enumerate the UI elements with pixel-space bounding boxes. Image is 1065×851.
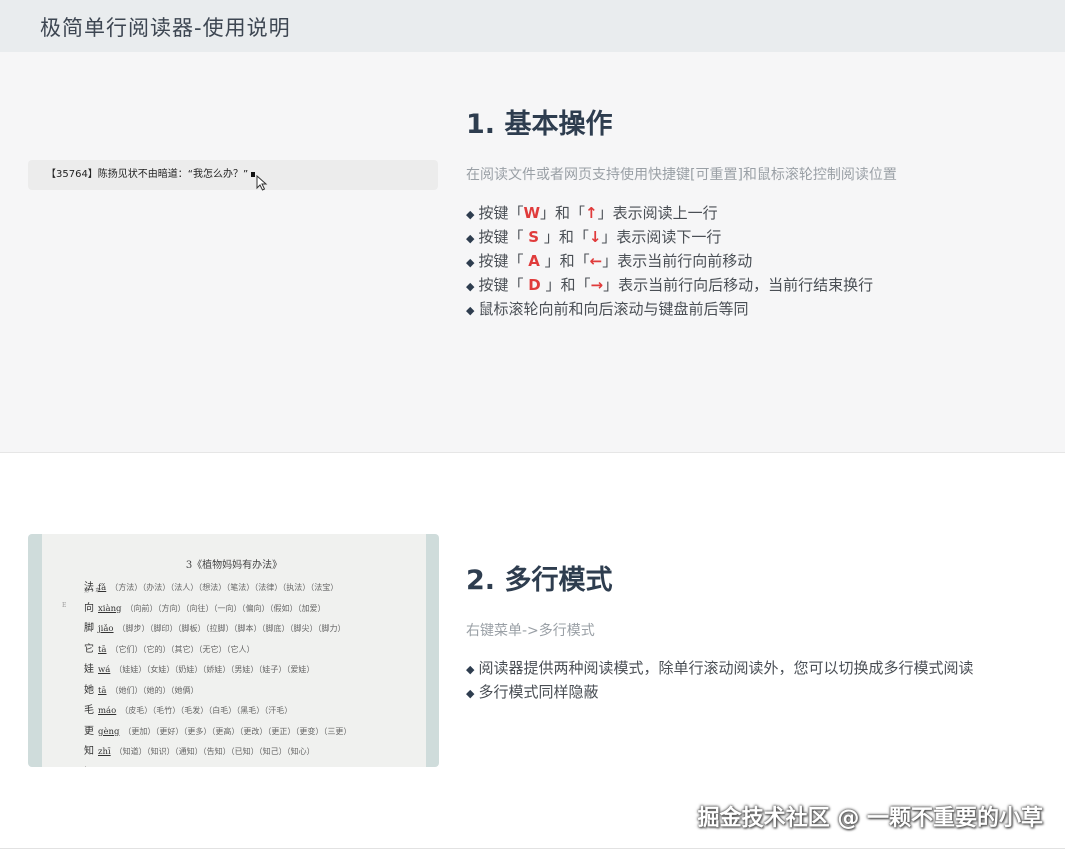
key-label: ↑ <box>585 204 598 222</box>
vocab-row: 向 xiàng （向前）（方向）（向往）（一向）（偏向）（假如）（加爱） <box>84 599 326 614</box>
vocab-words: （它们）（它的）（其它）（无它）（它人） <box>110 644 255 654</box>
multiline-feature-list: ◆ 阅读器提供两种阅读模式，除单行滚动阅读外，您可以切换成多行模式阅读 ◆ 多行模式… <box>466 656 973 704</box>
shortcut-list: ◆ 按键「W」和「↑」表示阅读上一行 ◆ 按键「 S 」和「↓」表示阅读下一行 ◆ 按… <box>466 201 873 321</box>
vocab-words: （脚步）（脚印）（脚板）（拉脚）（脚本）（脚底）（脚尖）（脚力） <box>117 624 346 633</box>
vocab-char: 娃 <box>84 664 94 675</box>
bullet-text: 鼠标滚轮向前和向后滚动与键盘前后等同 <box>478 300 749 318</box>
key-label: D <box>528 276 541 294</box>
diamond-bullet-icon: ◆ <box>466 232 475 245</box>
section1-subtitle: 在阅读文件或者网页支持使用快捷键[可重置]和鼠标滚轮控制阅读位置 <box>466 167 897 183</box>
vocab-char: 它 <box>84 643 94 655</box>
bullet-text: 」表示当前行向后移动，当前行结束换行 <box>603 276 874 294</box>
vocab-pinyin: máo <box>98 706 117 716</box>
key-label: ← <box>589 252 603 270</box>
vocab-char: 毛 <box>84 705 94 716</box>
vocab-row: 识shí（认识）（知识）（识别）（识破）（识趣）（见识）（常识）（意识） <box>84 763 343 768</box>
vocab-words: （向前）（方向）（向往）（一向）（偏向）（假如）（加爱） <box>125 603 326 613</box>
vocab-pinyin: tā <box>98 644 107 655</box>
vocab-char: 知 <box>84 746 94 757</box>
bullet-text: 」表示当前行向前移动 <box>602 252 753 270</box>
vocab-row: 毛 máo （皮毛）（毛竹）（毛发）（白毛）（黑毛）（汗毛） <box>84 701 292 716</box>
bullet-text: 按键「 <box>478 276 529 294</box>
diamond-bullet-icon: ◆ <box>466 663 475 676</box>
bullet-text: 按键「 <box>478 204 524 222</box>
vocab-row: 娃 wá （娃娃）（女娃）（奶娃）（娇娃）（男娃）（娃子）（爱娃） <box>84 660 314 675</box>
section-basic-ops: 【35764】陈扬见状不由暗道：“我怎么办？” 1. 基本操作 在阅读文件或者网… <box>0 52 1065 453</box>
bullet-text: 」和「 <box>540 204 586 222</box>
vocab-char: 她 <box>84 684 94 696</box>
bullet-text: 」表示阅读上一行 <box>597 204 718 222</box>
bullet-text: 」表示阅读下一行 <box>601 228 722 246</box>
vocab-row: 它 tā （它们）（它的）（其它）（无它）（它人） <box>84 640 254 655</box>
vocab-row: 知 zhī （知道）（知识）（通知）（告知）（已知）（知己）（知心） <box>84 742 315 757</box>
diamond-bullet-icon: ◆ <box>466 304 475 317</box>
watermark: 掘金技术社区 @ 一颗不重要的小草 <box>697 806 1043 831</box>
vocab-words: （更加）（更好）（更多）（更高）（更改）（更正）（更变）（三更） <box>123 726 352 736</box>
page-title: 极简单行阅读器-使用说明 <box>40 16 291 40</box>
key-label: → <box>590 276 604 294</box>
multiline-preview-image: 3《植物妈妈有办法》 第 1 章 E 法 fǎ （方法）（办法）（法人）（想法）（笔… <box>28 534 439 767</box>
bullet-text: 」和「 <box>540 276 591 294</box>
bullet-text: 按键「 <box>478 252 529 270</box>
vocab-pinyin: zhī <box>98 747 111 757</box>
vocab-char: 法 <box>84 582 94 593</box>
vocab-words: （知道）（知识）（通知）（告知）（已知）（知己）（知心） <box>114 747 315 756</box>
bullet-text: 」和「 <box>539 252 590 270</box>
diamond-bullet-icon: ◆ <box>466 280 475 293</box>
key-label: A <box>528 252 540 270</box>
key-label: ↓ <box>588 228 602 246</box>
list-item: ◆ 多行模式同样隐蔽 <box>466 680 973 704</box>
vocab-words: （她们）（她的）（她俩） <box>110 685 199 695</box>
book-page-title: 3《植物妈妈有办法》 <box>185 560 283 571</box>
vocab-char: 更 <box>84 725 94 737</box>
list-item: ◆ 阅读器提供两种阅读模式，除单行滚动阅读外，您可以切换成多行模式阅读 <box>466 656 973 680</box>
section1-heading: 1. 基本操作 <box>466 109 613 140</box>
single-line-reader-demo[interactable]: 【35764】陈扬见状不由暗道：“我怎么办？” <box>28 160 438 190</box>
section2-heading: 2. 多行模式 <box>466 565 613 596</box>
diamond-bullet-icon: ◆ <box>466 208 475 221</box>
vocab-char: 脚 <box>84 623 94 634</box>
vocab-words: （皮毛）（毛竹）（毛发）（白毛）（黑毛）（汗毛） <box>120 706 293 715</box>
vocab-pinyin: xiàng <box>98 603 122 614</box>
book-page: 3《植物妈妈有办法》 第 1 章 E 法 fǎ （方法）（办法）（法人）（想法）（笔… <box>42 534 426 767</box>
vocab-pinyin: jiǎo <box>98 624 114 634</box>
bullet-text: 阅读器提供两种阅读模式，除单行滚动阅读外，您可以切换成多行模式阅读 <box>478 659 974 677</box>
list-item: ◆ 鼠标滚轮向前和向后滚动与键盘前后等同 <box>466 297 873 321</box>
key-label: S <box>528 228 540 246</box>
vocab-pinyin: tā <box>98 685 107 696</box>
diamond-bullet-icon: ◆ <box>466 256 475 269</box>
vocab-row: 她 tā （她们）（她的）（她俩） <box>84 681 198 696</box>
vocab-words: （娃娃）（女娃）（奶娃）（娇娃）（男娃）（娃子）（爱娃） <box>114 665 315 674</box>
vocab-char: 识 <box>84 767 94 768</box>
bullet-text: 」和「 <box>539 228 589 246</box>
reader-demo-text: 【35764】陈扬见状不由暗道：“我怎么办？” <box>46 169 249 180</box>
section2-subtitle: 右键菜单->多行模式 <box>466 623 595 639</box>
vocab-pinyin: fǎ <box>98 583 107 593</box>
diamond-bullet-icon: ◆ <box>466 687 475 700</box>
section-multiline: 3《植物妈妈有办法》 第 1 章 E 法 fǎ （方法）（办法）（法人）（想法）（笔… <box>0 453 1065 849</box>
vocab-char: 向 <box>84 602 94 614</box>
vocab-pinyin: gèng <box>98 726 120 737</box>
mouse-cursor-icon <box>256 175 268 191</box>
text-caret-icon <box>251 171 256 177</box>
vocab-row: 脚 jiǎo （脚步）（脚印）（脚板）（拉脚）（脚本）（脚底）（脚尖）（脚力） <box>84 619 346 634</box>
key-label: W <box>523 204 541 222</box>
margin-mark: E <box>62 602 67 609</box>
list-item: ◆ 按键「 A 」和「←」表示当前行向前移动 <box>466 249 873 273</box>
list-item: ◆ 按键「 D 」和「→」表示当前行向后移动，当前行结束换行 <box>466 273 873 297</box>
vocab-row: 法 fǎ （方法）（办法）（法人）（想法）（笔法）（法律）（执法）（法宝） <box>84 578 338 593</box>
bullet-text: 多行模式同样隐蔽 <box>478 683 599 701</box>
bullet-text: 按键「 <box>478 228 529 246</box>
vocab-pinyin: wá <box>98 665 111 675</box>
vocab-row: 更 gèng （更加）（更好）（更多）（更高）（更改）（更正）（更变）（三更） <box>84 722 351 737</box>
list-item: ◆ 按键「W」和「↑」表示阅读上一行 <box>466 201 873 225</box>
list-item: ◆ 按键「 S 」和「↓」表示阅读下一行 <box>466 225 873 249</box>
vocab-words: （方法）（办法）（法人）（想法）（笔法）（法律）（执法）（法宝） <box>110 583 339 592</box>
header-bar: 极简单行阅读器-使用说明 <box>0 0 1065 52</box>
